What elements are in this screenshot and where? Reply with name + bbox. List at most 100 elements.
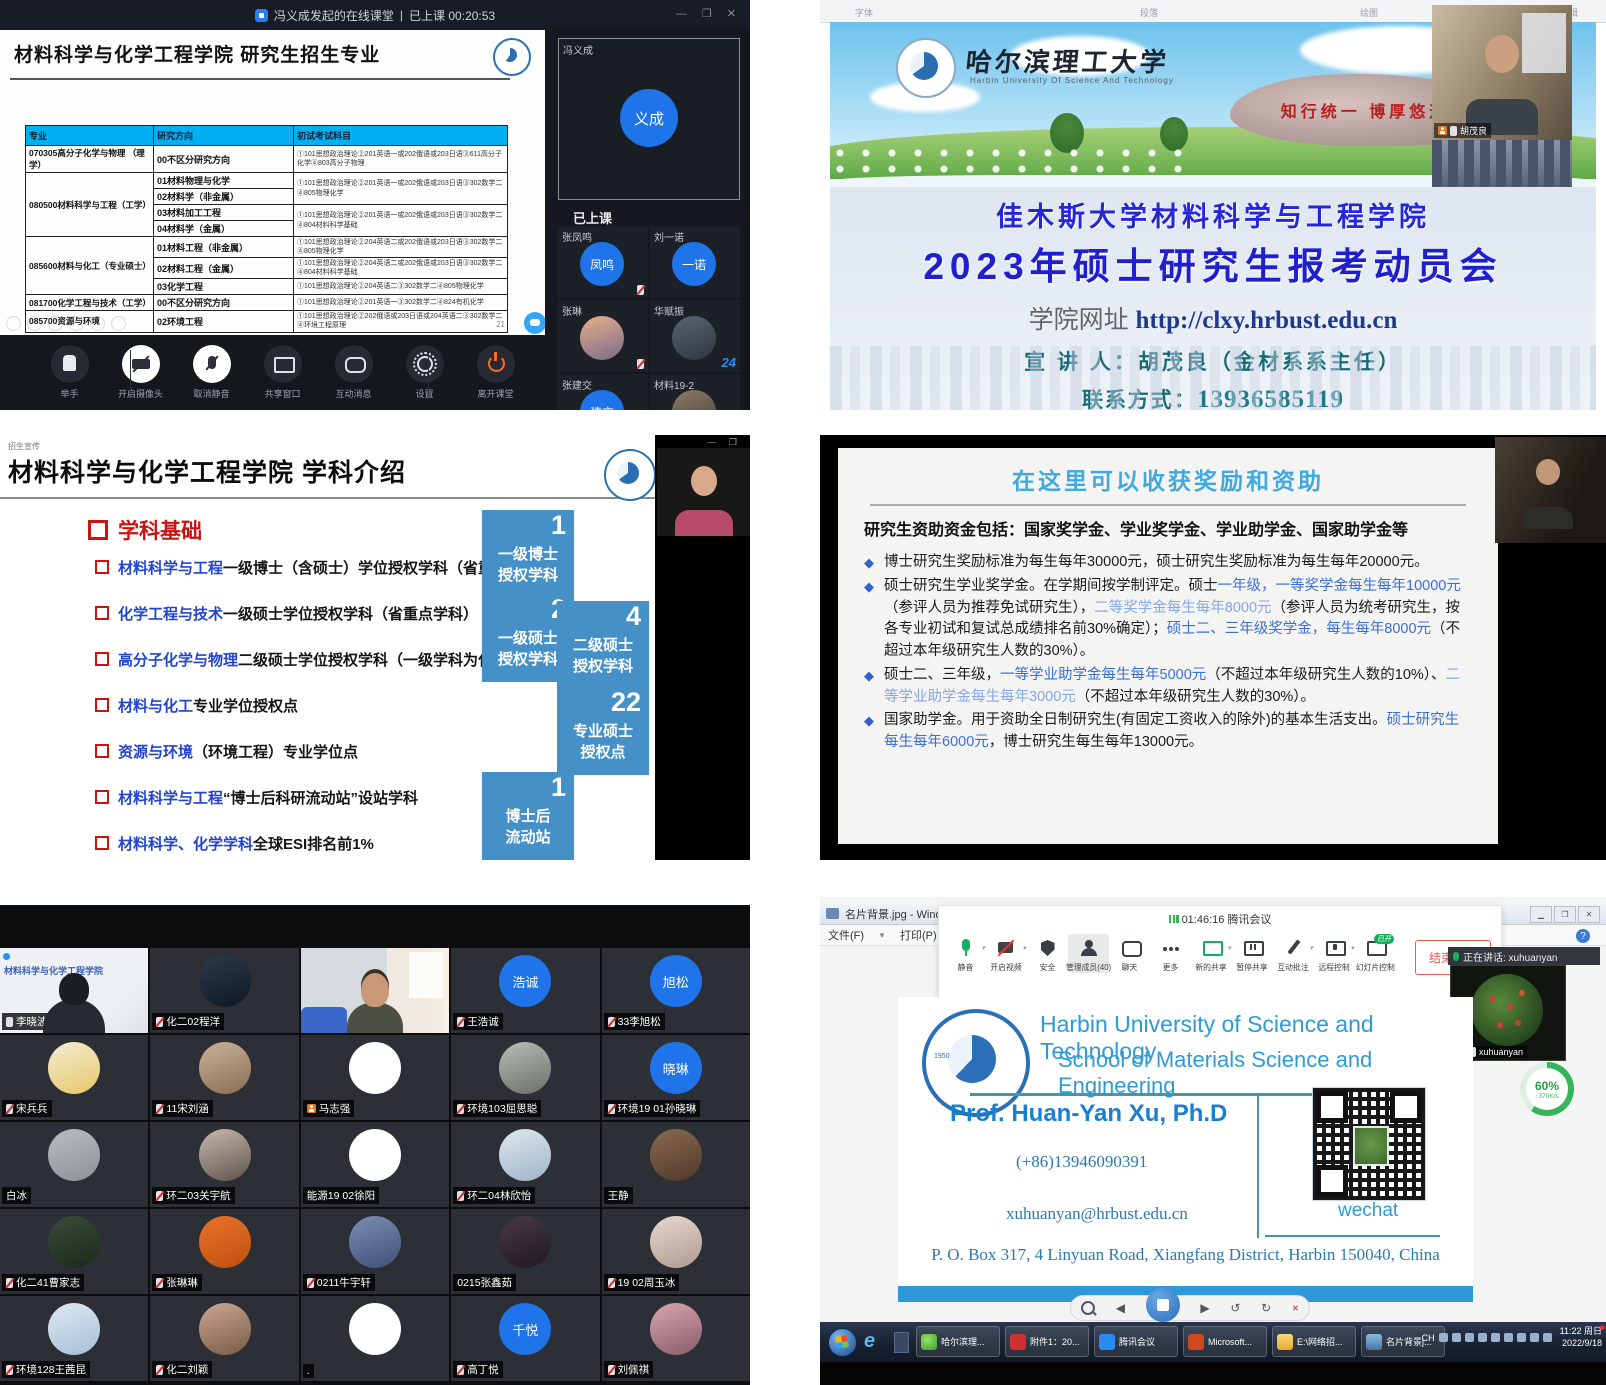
- tray-icon[interactable]: [1452, 1333, 1461, 1342]
- chevron-down-icon[interactable]: ▾: [1227, 944, 1231, 952]
- taskbar-clock[interactable]: 11:22 周日 2022/9/18: [1560, 1326, 1602, 1349]
- toolbar-button[interactable]: 开启摄像头: [112, 345, 170, 400]
- ribbon-group-font[interactable]: 字体: [855, 6, 873, 19]
- toolbar-button[interactable]: 设置: [396, 345, 454, 400]
- video-tile[interactable]: 19 02周玉冰: [602, 1209, 750, 1294]
- taskbar-app-button[interactable]: 附件1：20...: [1005, 1326, 1089, 1357]
- ribbon-group-drawing[interactable]: 绘图: [1360, 6, 1378, 19]
- video-tile[interactable]: .: [301, 1296, 449, 1381]
- taskbar-app-button[interactable]: E:\网络招...: [1272, 1326, 1356, 1357]
- video-tile[interactable]: 环二03关宇航: [150, 1122, 298, 1207]
- meeting-toolbar-button[interactable]: 幻灯片控制 已开: [1355, 934, 1396, 973]
- meeting-toolbar-button[interactable]: 新的共享 ▾: [1191, 934, 1232, 973]
- video-tile[interactable]: 刘佩祺: [602, 1296, 750, 1381]
- help-icon[interactable]: ?: [1576, 929, 1590, 943]
- video-tile[interactable]: 环境128王茜昆: [0, 1296, 148, 1381]
- minimize-button[interactable]: ▁: [1530, 906, 1552, 923]
- video-tile[interactable]: 杨昕: [301, 948, 449, 1033]
- video-tile[interactable]: 浩诚 王浩诚: [451, 948, 599, 1033]
- taskbar-app-button[interactable]: Microsoft...: [1183, 1326, 1267, 1357]
- slideshow-button[interactable]: [1146, 1288, 1180, 1322]
- participant-name-label: 环境19 01孙晓琳: [604, 1100, 701, 1117]
- tray-icon[interactable]: [1530, 1333, 1539, 1342]
- annotation-toolbar[interactable]: [6, 316, 126, 331]
- presenter-webcam[interactable]: [657, 448, 750, 536]
- tray-icon[interactable]: [1543, 1333, 1552, 1342]
- video-tile[interactable]: 能源19 02徐阳: [301, 1122, 449, 1207]
- window-controls[interactable]: — ❐ ✕: [676, 7, 742, 20]
- toolbar-button[interactable]: 取消静音: [183, 345, 241, 400]
- meeting-toolbar-button[interactable]: 互动批注 ▾: [1273, 934, 1314, 973]
- website-url[interactable]: http://clxy.hrbust.edu.cn: [1136, 307, 1398, 334]
- tray-icon[interactable]: [1491, 1333, 1500, 1342]
- video-tile[interactable]: 11宋刘涵: [150, 1035, 298, 1120]
- video-tile[interactable]: 化二41曹家志: [0, 1209, 148, 1294]
- meeting-toolbar-button[interactable]: 暂停共享: [1232, 934, 1273, 973]
- video-tile[interactable]: 千悦 高丁悦: [451, 1296, 599, 1381]
- zoom-icon[interactable]: [1081, 1301, 1095, 1315]
- video-tile[interactable]: 0215张鑫茹: [451, 1209, 599, 1294]
- video-tile[interactable]: 化二刘颖: [150, 1296, 298, 1381]
- window-controls[interactable]: — ❐: [707, 437, 742, 448]
- video-tile[interactable]: 环境103屈思聪: [451, 1035, 599, 1120]
- tray-icon[interactable]: [1504, 1333, 1513, 1342]
- video-tile[interactable]: 旭松 33李旭松: [602, 948, 750, 1033]
- internet-explorer-icon[interactable]: e: [864, 1330, 888, 1354]
- student-tile[interactable]: 材料19-2: [650, 374, 740, 410]
- video-tile[interactable]: 张琳琳: [150, 1209, 298, 1294]
- previous-button[interactable]: ◀: [1116, 1301, 1125, 1315]
- toolbar-button[interactable]: 举手: [41, 345, 99, 400]
- video-tile[interactable]: 环二04林欣怡: [451, 1122, 599, 1207]
- input-language-indicator[interactable]: CH: [1422, 1333, 1435, 1343]
- tray-icon[interactable]: [1478, 1333, 1487, 1342]
- maximize-button[interactable]: ❐: [1554, 906, 1576, 923]
- media-player-icon[interactable]: [894, 1332, 909, 1353]
- meeting-toolbar-button[interactable]: 开启视频 ▾: [986, 934, 1027, 973]
- video-tile[interactable]: 宋兵兵: [0, 1035, 148, 1120]
- close-button[interactable]: ✕: [1578, 906, 1600, 923]
- teacher-video-tile[interactable]: 冯义成 义成: [558, 38, 740, 200]
- chevron-down-icon[interactable]: ▾: [1022, 944, 1026, 952]
- speed-ball-widget[interactable]: 60%↑370K/s: [1520, 1062, 1574, 1116]
- ribbon-group-paragraph[interactable]: 段落: [1140, 6, 1158, 19]
- taskbar-app-button[interactable]: 腾讯会议: [1094, 1326, 1178, 1357]
- meeting-toolbar-button[interactable]: 远程控制 ▾: [1314, 934, 1355, 973]
- chat-bubble-button[interactable]: [524, 312, 546, 334]
- student-tile[interactable]: 张建交 建交: [558, 374, 648, 410]
- toolbar-button[interactable]: 共享窗口: [254, 345, 312, 400]
- menu-file[interactable]: 文件(F): [828, 927, 864, 943]
- next-button[interactable]: ▶: [1200, 1301, 1209, 1315]
- toolbar-button[interactable]: 互动消息: [325, 345, 383, 400]
- chevron-down-icon[interactable]: ▾: [1309, 944, 1313, 952]
- student-tile[interactable]: 张凤鸣 凤鸣: [558, 226, 648, 298]
- presenter-webcam[interactable]: 胡茂良: [1432, 5, 1572, 140]
- student-tile[interactable]: 华赋振 24: [650, 300, 740, 372]
- meeting-toolbar-button[interactable]: 更多: [1150, 934, 1191, 973]
- start-button[interactable]: [828, 1328, 857, 1357]
- chevron-down-icon[interactable]: ▾: [1350, 944, 1354, 952]
- meeting-toolbar-button[interactable]: 静音 ▾: [945, 934, 986, 973]
- video-tile[interactable]: 马志强: [301, 1035, 449, 1120]
- video-tile[interactable]: 王静: [602, 1122, 750, 1207]
- student-tile[interactable]: 刘一诺 一诺: [650, 226, 740, 298]
- rotate-right-button[interactable]: ↻: [1261, 1301, 1271, 1315]
- video-tile[interactable]: 录制中 材料科学与化学工程学院 李晓波: [0, 948, 148, 1033]
- student-tile[interactable]: 张琳: [558, 300, 648, 372]
- menu-print[interactable]: 打印(P): [900, 927, 937, 943]
- tray-icon[interactable]: [1517, 1333, 1526, 1342]
- tray-icon[interactable]: [1439, 1333, 1448, 1342]
- tray-icon[interactable]: [1465, 1333, 1474, 1342]
- chevron-down-icon[interactable]: ▾: [981, 944, 985, 952]
- rotate-left-button[interactable]: ↺: [1230, 1301, 1240, 1315]
- taskbar-app-button[interactable]: 哈尔滨理...: [916, 1326, 1000, 1357]
- delete-button[interactable]: ×: [1292, 1301, 1299, 1315]
- video-tile[interactable]: 白冰: [0, 1122, 148, 1207]
- video-tile[interactable]: 晓琳 环境19 01孙晓琳: [602, 1035, 750, 1120]
- presenter-webcam[interactable]: [1495, 437, 1606, 543]
- meeting-toolbar-button[interactable]: 安全: [1027, 934, 1068, 973]
- video-tile[interactable]: 0211牛宇轩: [301, 1209, 449, 1294]
- toolbar-button[interactable]: 离开课堂: [467, 345, 525, 400]
- meeting-toolbar-button[interactable]: 管理成员(40): [1068, 934, 1109, 973]
- video-tile[interactable]: 化二02程洋: [150, 948, 298, 1033]
- meeting-toolbar-button[interactable]: 聊天: [1109, 934, 1150, 973]
